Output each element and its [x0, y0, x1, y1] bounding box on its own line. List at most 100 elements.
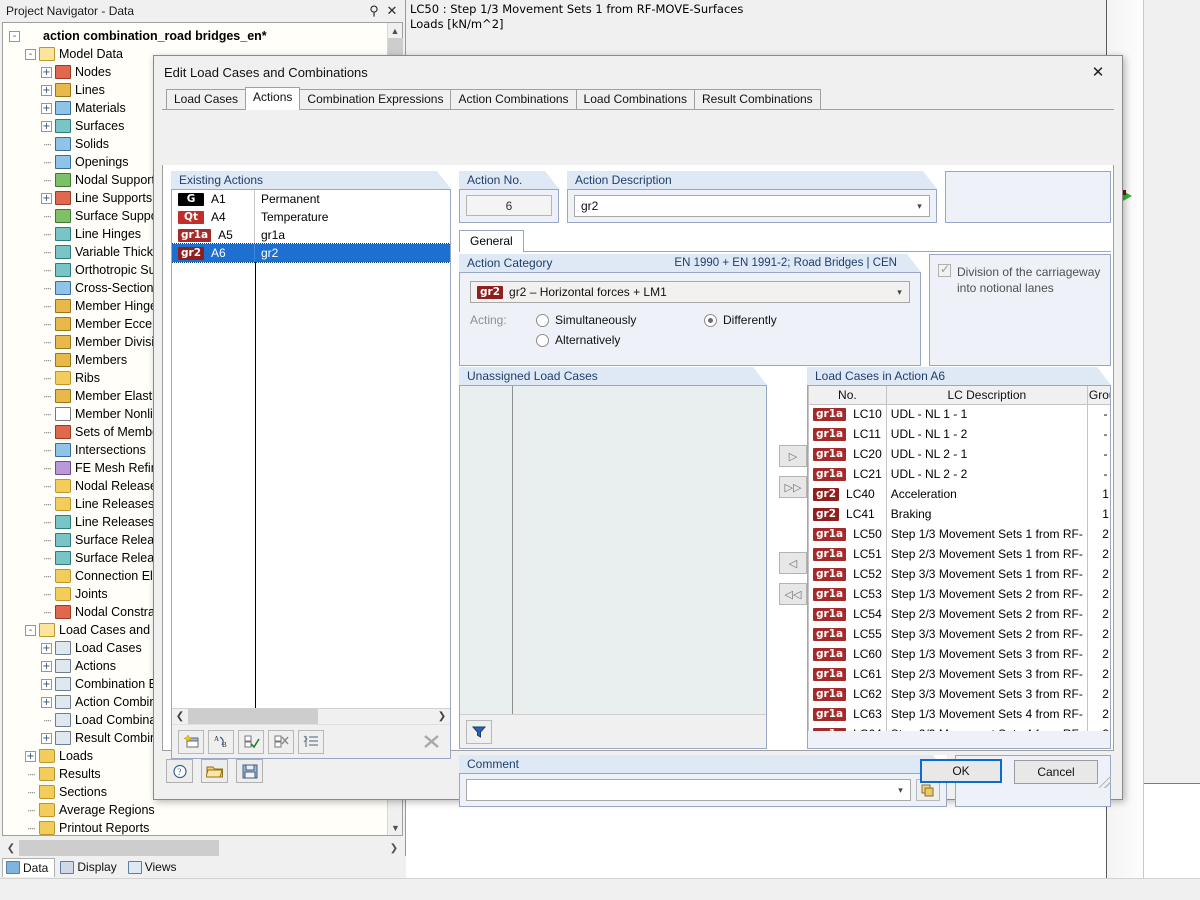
table-row[interactable]: gr1a LC63 Step 1/3 Movement Sets 4 from RF… [808, 704, 1110, 724]
table-row[interactable]: gr1a LC64Step 2/3 Movement Sets 4 from RF… [808, 724, 1110, 731]
unassigned-list[interactable] [460, 386, 766, 714]
navigator-horizontal-scrollbar[interactable]: ❮ ❯ [3, 840, 402, 856]
scroll-right-icon[interactable]: ❯ [386, 843, 402, 854]
pin-icon[interactable]: ⚲ [365, 2, 383, 20]
tree-expander-icon[interactable]: - [25, 624, 36, 636]
edit-load-cases-dialog[interactable]: Edit Load Cases and Combinations ✕ Load … [153, 55, 1123, 807]
rename-action-button[interactable]: A B [208, 729, 234, 754]
tree-item-average-regions[interactable]: ┈ Average Regions [3, 801, 402, 819]
table-row[interactable]: gr1a LC55 Step 3/3 Movement Sets 2 from RF… [808, 624, 1110, 644]
table-row[interactable]: gr1a LC51 Step 2/3 Movement Sets 1 from RF… [808, 544, 1110, 564]
action-category-combo[interactable]: gr2 gr2 – Horizontal forces + LM1 ▾ [470, 281, 910, 303]
scroll-left-icon[interactable]: ❮ [3, 843, 19, 854]
navigator-tab-display[interactable]: Display [57, 858, 122, 876]
footer-icon-group[interactable]: ? [166, 759, 263, 783]
checkbox-icon[interactable] [938, 262, 951, 277]
table-row[interactable]: gr1a LC21 UDL - NL 2 - 2- [808, 464, 1110, 484]
open-button[interactable] [201, 759, 228, 783]
move-all-left-button[interactable]: ◁◁ [779, 583, 807, 605]
cancel-button[interactable]: Cancel [1014, 760, 1098, 784]
table-row[interactable]: gr1a LC10 UDL - NL 1 - 1- [808, 404, 1110, 424]
new-action-button[interactable] [178, 729, 204, 754]
scroll-up-icon[interactable]: ▲ [388, 23, 402, 38]
existing-action-row[interactable]: G A1 Permanent [172, 190, 450, 208]
deselect-all-button[interactable] [268, 729, 294, 754]
table-row[interactable]: gr1a LC50 Step 1/3 Movement Sets 1 from RF… [808, 524, 1110, 544]
radio-alternatively[interactable]: Alternatively [536, 333, 704, 347]
existing-action-row[interactable]: gr1a A5 gr1a [172, 226, 450, 244]
navigator-tabs[interactable]: Data Display Views [0, 856, 406, 878]
assigned-load-cases-table[interactable]: No. LC Description Group gr1aLC10UDL - N… [808, 386, 1110, 731]
table-row[interactable]: gr2 LC40 Acceleration 1 [808, 484, 1110, 504]
table-row[interactable]: gr1a LC60 Step 1/3 Movement Sets 3 from RF… [808, 644, 1110, 664]
tree-expander-icon[interactable]: - [25, 48, 36, 60]
tree-expander-icon[interactable]: + [41, 678, 52, 690]
tree-expander-icon[interactable]: + [41, 732, 52, 744]
tree-expander-icon[interactable]: + [41, 696, 52, 708]
column-header-no[interactable]: No. [808, 386, 887, 405]
save-button[interactable] [236, 759, 263, 783]
existing-action-row[interactable]: gr2 A6 gr2 [172, 243, 450, 263]
column-header-description[interactable]: LC Description [885, 386, 1088, 405]
table-row[interactable]: gr1a LC11 UDL - NL 1 - 2- [808, 424, 1110, 444]
radio-differently[interactable]: Differently [704, 313, 777, 327]
table-row[interactable]: gr1a LC53 Step 1/3 Movement Sets 2 from RF… [808, 584, 1110, 604]
tree-expander-icon[interactable]: + [41, 642, 52, 654]
tree-item-action-combination-road-bridges-en[interactable]: - action combination_road bridges_en* [3, 27, 402, 45]
table-row[interactable]: gr1a LC52 Step 3/3 Movement Sets 1 from RF… [808, 564, 1110, 584]
existing-actions-toolbar[interactable]: A B [172, 724, 450, 758]
scroll-left-icon[interactable]: ❮ [172, 711, 188, 722]
existing-action-row[interactable]: Qt A4 Temperature [172, 208, 450, 226]
navigator-tab-views[interactable]: Views [125, 858, 183, 876]
unassigned-body[interactable] [459, 385, 767, 749]
radio-icon-selected[interactable] [704, 313, 717, 327]
navigator-tab-data[interactable]: Data [2, 857, 56, 877]
delete-action-button[interactable] [418, 730, 444, 754]
dialog-tabstrip[interactable]: Load Cases Actions Combination Expressions… [162, 87, 1114, 110]
move-left-button[interactable]: ◁ [779, 552, 807, 574]
tree-expander-icon[interactable]: + [41, 192, 52, 204]
action-description-combo[interactable]: gr2 ▾ [574, 195, 930, 217]
renumber-button[interactable] [298, 729, 324, 754]
table-row[interactable]: gr1a LC61 Step 2/3 Movement Sets 3 from RF… [808, 664, 1110, 684]
existing-actions-hscrollbar[interactable]: ❮ ❯ [172, 708, 450, 725]
help-button[interactable]: ? [166, 759, 193, 783]
column-header-group[interactable]: Group [1086, 386, 1110, 405]
ok-button[interactable]: OK [920, 759, 1002, 783]
dialog-close-icon[interactable]: ✕ [1076, 57, 1120, 87]
tree-expander-icon[interactable]: - [9, 30, 20, 42]
horizontal-scroll-thumb[interactable] [19, 840, 219, 856]
tree-item-printout-reports[interactable]: ┈ Printout Reports [3, 819, 402, 835]
tree-expander-icon[interactable]: + [41, 66, 52, 78]
chevron-down-icon[interactable]: ▾ [910, 196, 929, 216]
radio-icon[interactable] [536, 333, 549, 347]
table-row[interactable]: gr2 LC41 Braking 1 [808, 504, 1110, 524]
division-checkbox-row[interactable]: Division of the carriageway into notiona… [938, 262, 1102, 296]
assigned-body[interactable]: No. LC Description Group gr1aLC10UDL - N… [807, 385, 1111, 749]
move-right-button[interactable]: ▷ [779, 445, 807, 467]
table-row[interactable]: gr1a LC62 Step 3/3 Movement Sets 3 from RF… [808, 684, 1110, 704]
filter-button[interactable] [466, 719, 492, 744]
existing-actions-body[interactable]: G A1 Permanent Qt A4 Temperature gr1a A5 gr1a gr2… [171, 189, 451, 759]
radio-simultaneously[interactable]: Simultaneously [536, 313, 704, 327]
tree-expander-icon[interactable]: + [25, 750, 36, 762]
radio-icon[interactable] [536, 313, 549, 327]
tab-general[interactable]: General [459, 230, 524, 252]
table-row[interactable]: gr1a LC54 Step 2/3 Movement Sets 2 from RF… [808, 604, 1110, 624]
horizontal-scroll-track[interactable] [188, 708, 434, 725]
close-icon[interactable]: ✕ [383, 2, 401, 20]
horizontal-scroll-thumb[interactable] [188, 708, 318, 725]
tab-load-combinations[interactable]: Load Combinations [575, 89, 695, 109]
tab-action-combinations[interactable]: Action Combinations [450, 89, 577, 109]
existing-actions-list[interactable]: G A1 Permanent Qt A4 Temperature gr1a A5 gr1a gr2… [172, 190, 450, 708]
select-all-button[interactable] [238, 729, 264, 754]
tree-expander-icon[interactable]: + [41, 102, 52, 114]
tab-load-cases[interactable]: Load Cases [166, 89, 247, 109]
tree-expander-icon[interactable]: + [41, 660, 52, 672]
move-all-right-button[interactable]: ▷▷ [779, 476, 807, 498]
scroll-down-icon[interactable]: ▼ [388, 820, 403, 835]
assigned-table-body[interactable]: gr1a LC10 UDL - NL 1 - 1- gr1a LC11 UDL - NL … [808, 404, 1110, 731]
assigned-table-viewport[interactable]: No. LC Description Group gr1aLC10UDL - N… [808, 386, 1110, 731]
scroll-right-icon[interactable]: ❯ [434, 711, 450, 722]
general-subtabstrip[interactable]: General [459, 230, 1111, 252]
